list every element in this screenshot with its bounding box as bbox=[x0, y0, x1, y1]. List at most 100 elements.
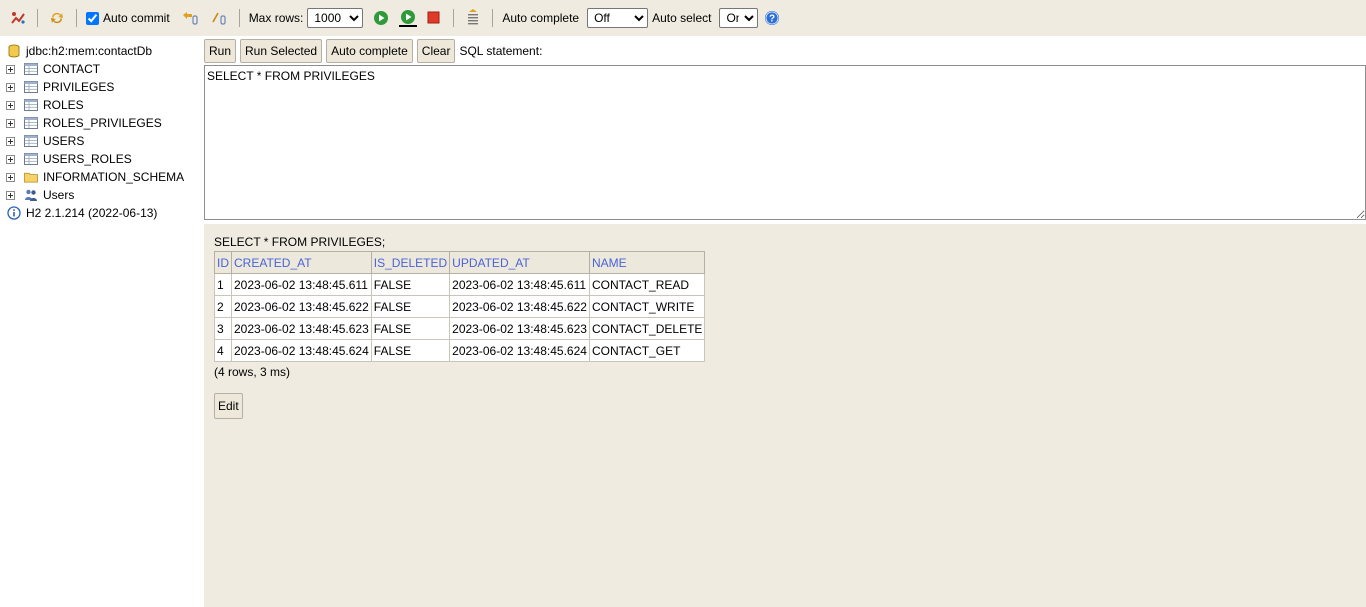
column-header[interactable]: NAME bbox=[588, 251, 706, 274]
auto-commit-checkbox[interactable] bbox=[86, 11, 99, 25]
table-cell: 4 bbox=[214, 339, 232, 362]
table-cell: 2023-06-02 13:48:45.623 bbox=[231, 317, 372, 340]
table-cell: 2023-06-02 13:48:45.622 bbox=[231, 295, 372, 318]
toolbar-separator bbox=[238, 9, 240, 27]
commit-icon[interactable] bbox=[210, 8, 230, 28]
folder-icon bbox=[24, 170, 38, 184]
table-row: 1 2023-06-02 13:48:45.611 FALSE 2023-06-02 … bbox=[214, 273, 706, 296]
table-cell: 2023-06-02 13:48:45.624 bbox=[231, 339, 372, 362]
users-icon bbox=[24, 188, 38, 202]
table-cell: 2023-06-02 13:48:45.622 bbox=[449, 295, 590, 318]
tree-connection[interactable]: jdbc:h2:mem:contactDb bbox=[0, 42, 204, 60]
auto-select-select[interactable]: On bbox=[719, 8, 759, 28]
tree-table-privileges[interactable]: PRIVILEGES bbox=[0, 78, 204, 96]
toolbar-separator bbox=[453, 9, 455, 27]
table-body: 1 2023-06-02 13:48:45.611 FALSE 2023-06-02 … bbox=[214, 273, 706, 362]
run-selected-icon[interactable] bbox=[398, 8, 418, 28]
table-label: PRIVILEGES bbox=[43, 80, 115, 94]
table-icon bbox=[24, 80, 38, 94]
column-header[interactable]: IS_DELETED bbox=[370, 251, 451, 274]
max-rows-label: Max rows: bbox=[248, 11, 304, 25]
table-cell: 2 bbox=[214, 295, 232, 318]
disconnect-icon[interactable] bbox=[8, 8, 28, 28]
auto-complete-button[interactable]: Auto complete bbox=[326, 39, 413, 63]
tree-table-users[interactable]: USERS bbox=[0, 132, 204, 150]
result-table: ID CREATED_AT IS_DELETED UPDATED_AT NAME 1 20… bbox=[214, 251, 706, 362]
result-panel: SELECT * FROM PRIVILEGES; ID CREATED_AT IS… bbox=[214, 235, 706, 379]
auto-complete-select[interactable]: Off bbox=[587, 8, 649, 28]
expand-icon[interactable] bbox=[6, 82, 15, 92]
column-header[interactable]: UPDATED_AT bbox=[449, 251, 590, 274]
table-cell: FALSE bbox=[370, 339, 451, 362]
refresh-icon[interactable] bbox=[47, 8, 67, 28]
table-cell: CONTACT_WRITE bbox=[588, 295, 706, 318]
table-row: 4 2023-06-02 13:48:45.624 FALSE 2023-06-02 … bbox=[214, 339, 706, 362]
tree-version: H2 2.1.214 (2022-06-13) bbox=[0, 204, 204, 222]
table-cell: CONTACT_DELETE bbox=[588, 317, 706, 340]
history-icon[interactable] bbox=[463, 8, 483, 28]
expand-icon[interactable] bbox=[6, 154, 15, 164]
table-icon bbox=[24, 98, 38, 112]
auto-commit-label: Auto commit bbox=[103, 11, 170, 25]
auto-select-label: Auto select bbox=[652, 11, 712, 25]
table-cell: 2023-06-02 13:48:45.611 bbox=[449, 273, 590, 296]
table-icon bbox=[24, 134, 38, 148]
expand-icon[interactable] bbox=[6, 100, 15, 110]
query-toolbar: Run Run Selected Auto complete Clear SQL… bbox=[204, 36, 1366, 66]
column-header[interactable]: ID bbox=[214, 251, 232, 274]
expand-icon[interactable] bbox=[6, 136, 15, 146]
schema-tree: jdbc:h2:mem:contactDb CONTACT PRIVILEGES R… bbox=[0, 36, 204, 607]
expand-icon[interactable] bbox=[6, 172, 15, 182]
toolbar: Auto commit Max rows: 1000 Auto complete… bbox=[0, 0, 1366, 36]
table-icon bbox=[24, 116, 38, 130]
expand-icon[interactable] bbox=[6, 64, 15, 74]
table-cell: CONTACT_READ bbox=[588, 273, 706, 296]
database-icon bbox=[7, 44, 21, 58]
table-label: ROLES_PRIVILEGES bbox=[43, 116, 162, 130]
tree-table-users-roles[interactable]: USERS_ROLES bbox=[0, 150, 204, 168]
tree-table-contact[interactable]: CONTACT bbox=[0, 60, 204, 78]
toolbar-separator bbox=[76, 9, 77, 27]
table-label: CONTACT bbox=[43, 62, 101, 76]
table-icon bbox=[24, 62, 38, 76]
tree-table-roles-privileges[interactable]: ROLES_PRIVILEGES bbox=[0, 114, 204, 132]
table-header-row: ID CREATED_AT IS_DELETED UPDATED_AT NAME bbox=[214, 251, 706, 274]
run-button[interactable]: Run bbox=[204, 39, 237, 63]
info-icon bbox=[7, 206, 21, 220]
result-footer: (4 rows, 3 ms) bbox=[214, 365, 291, 379]
table-cell: 2023-06-02 13:48:45.623 bbox=[449, 317, 590, 340]
result-statement: SELECT * FROM PRIVILEGES; bbox=[214, 235, 386, 249]
table-cell: FALSE bbox=[370, 317, 451, 340]
version-label: H2 2.1.214 (2022-06-13) bbox=[26, 206, 158, 220]
table-label: USERS bbox=[43, 134, 85, 148]
table-cell: 2023-06-02 13:48:45.611 bbox=[231, 273, 372, 296]
clear-button[interactable]: Clear bbox=[416, 39, 456, 63]
schema-label: INFORMATION_SCHEMA bbox=[43, 170, 185, 184]
table-cell: CONTACT_GET bbox=[588, 339, 706, 362]
run-selected-button[interactable]: Run Selected bbox=[240, 39, 323, 63]
tree-users[interactable]: Users bbox=[0, 186, 204, 204]
edit-button[interactable]: Edit bbox=[214, 393, 243, 419]
table-cell: FALSE bbox=[370, 273, 451, 296]
table-cell: 3 bbox=[214, 317, 232, 340]
table-row: 2 2023-06-02 13:48:45.622 FALSE 2023-06-02 … bbox=[214, 295, 706, 318]
help-glyph: ? bbox=[769, 14, 775, 25]
max-rows-select[interactable]: 1000 bbox=[307, 8, 364, 28]
sql-editor[interactable]: SELECT * FROM PRIVILEGES bbox=[204, 65, 1366, 220]
tree-table-roles[interactable]: ROLES bbox=[0, 96, 204, 114]
query-panel: Run Run Selected Auto complete Clear SQL… bbox=[204, 36, 1366, 224]
toolbar-separator bbox=[492, 9, 494, 27]
sql-statement-label: SQL statement: bbox=[459, 44, 543, 58]
rollback-icon[interactable] bbox=[180, 8, 200, 28]
table-list: CONTACT PRIVILEGES ROLES ROLES_PRIVILEGES US… bbox=[0, 60, 204, 168]
stop-icon[interactable] bbox=[424, 8, 444, 28]
auto-complete-label: Auto complete bbox=[502, 11, 580, 25]
table-icon bbox=[24, 152, 38, 166]
tree-schema[interactable]: INFORMATION_SCHEMA bbox=[0, 168, 204, 186]
table-cell: 2023-06-02 13:48:45.624 bbox=[449, 339, 590, 362]
help-icon[interactable]: ? bbox=[762, 8, 782, 28]
run-icon[interactable] bbox=[371, 8, 391, 28]
column-header[interactable]: CREATED_AT bbox=[231, 251, 372, 274]
expand-icon[interactable] bbox=[6, 118, 15, 128]
expand-icon[interactable] bbox=[6, 190, 15, 200]
